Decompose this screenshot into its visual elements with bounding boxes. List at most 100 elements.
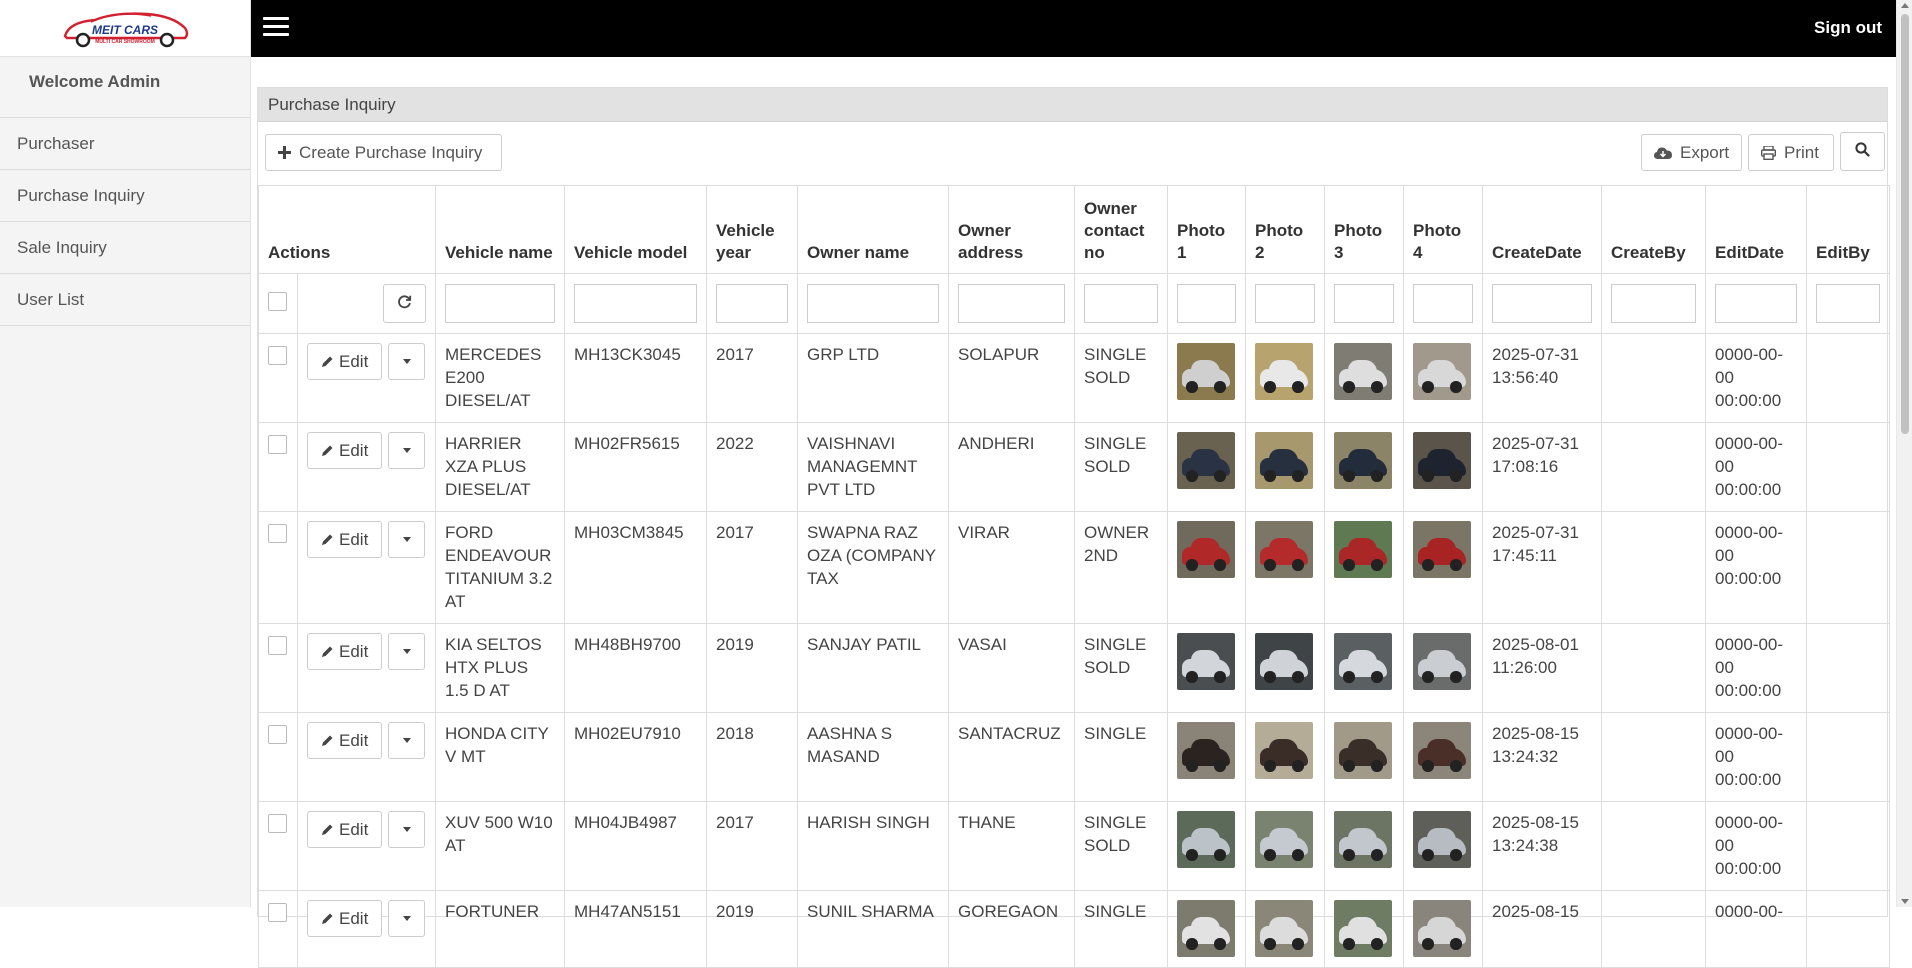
- edit-button[interactable]: Edit: [307, 343, 383, 380]
- car-photo-thumbnail[interactable]: [1177, 343, 1235, 400]
- table-row[interactable]: Edit FORD ENDEAVOUR TITANIUM 3.2 AT MH03CM…: [258, 511, 1890, 624]
- filter-photo-4[interactable]: [1413, 284, 1473, 323]
- refresh-button[interactable]: [383, 284, 426, 323]
- search-button[interactable]: [1840, 132, 1885, 171]
- car-photo-thumbnail[interactable]: [1334, 343, 1392, 400]
- car-photo-thumbnail[interactable]: [1334, 900, 1392, 957]
- table-row[interactable]: Edit XUV 500 W10 AT MH04JB4987 2017 HARISH S…: [258, 801, 1890, 891]
- car-photo-thumbnail[interactable]: [1334, 633, 1392, 690]
- row-actions-dropdown[interactable]: [388, 633, 426, 670]
- col-edit-date[interactable]: EditDate: [1705, 185, 1807, 274]
- row-actions-dropdown[interactable]: [388, 343, 426, 380]
- car-photo-thumbnail[interactable]: [1334, 722, 1392, 779]
- vertical-scrollbar[interactable]: [1896, 0, 1912, 907]
- car-photo-thumbnail[interactable]: [1255, 343, 1313, 400]
- filter-owner-name[interactable]: [807, 284, 939, 323]
- filter-photo-2[interactable]: [1255, 284, 1315, 323]
- row-checkbox[interactable]: [268, 814, 287, 833]
- filter-vehicle-year[interactable]: [716, 284, 788, 323]
- car-photo-thumbnail[interactable]: [1413, 900, 1471, 957]
- col-photo-2[interactable]: Photo 2: [1245, 185, 1325, 274]
- sidebar-item-sale-inquiry[interactable]: Sale Inquiry: [0, 222, 250, 274]
- table-row[interactable]: Edit MERCEDES E200 DIESEL/AT MH13CK3045 201…: [258, 333, 1890, 423]
- col-vehicle-year[interactable]: Vehicle year: [706, 185, 798, 274]
- sidebar-item-purchaser[interactable]: Purchaser: [0, 118, 250, 170]
- filter-owner-contact[interactable]: [1084, 284, 1158, 323]
- select-all-checkbox[interactable]: [268, 291, 287, 311]
- car-photo-thumbnail[interactable]: [1413, 343, 1471, 400]
- filter-edit-date[interactable]: [1715, 284, 1797, 323]
- col-owner-address[interactable]: Owner address: [948, 185, 1075, 274]
- car-photo-thumbnail[interactable]: [1255, 521, 1313, 578]
- row-checkbox[interactable]: [268, 903, 287, 922]
- logo[interactable]: MEIT CARS MULTI CAR SHOWROOM: [0, 0, 250, 57]
- row-checkbox[interactable]: [268, 346, 287, 365]
- table-row[interactable]: Edit HONDA CITY V MT MH02EU7910 2018 AASHNA …: [258, 712, 1890, 802]
- edit-button[interactable]: Edit: [307, 722, 383, 759]
- car-photo-thumbnail[interactable]: [1413, 811, 1471, 868]
- col-create-date[interactable]: CreateDate: [1482, 185, 1602, 274]
- col-vehicle-name[interactable]: Vehicle name: [435, 185, 565, 274]
- col-vehicle-model[interactable]: Vehicle model: [564, 185, 707, 274]
- car-photo-thumbnail[interactable]: [1413, 521, 1471, 578]
- col-owner-contact[interactable]: Owner contact no: [1074, 185, 1168, 274]
- car-photo-thumbnail[interactable]: [1255, 900, 1313, 957]
- col-photo-4[interactable]: Photo 4: [1403, 185, 1483, 274]
- sidebar-item-purchase-inquiry[interactable]: Purchase Inquiry: [0, 170, 250, 222]
- car-photo-thumbnail[interactable]: [1413, 432, 1471, 489]
- col-owner-name[interactable]: Owner name: [797, 185, 949, 274]
- car-photo-thumbnail[interactable]: [1413, 722, 1471, 779]
- car-photo-thumbnail[interactable]: [1334, 521, 1392, 578]
- export-button[interactable]: Export: [1641, 134, 1742, 171]
- car-photo-thumbnail[interactable]: [1413, 633, 1471, 690]
- col-photo-3[interactable]: Photo 3: [1324, 185, 1404, 274]
- filter-vehicle-name[interactable]: [445, 284, 555, 323]
- car-photo-thumbnail[interactable]: [1255, 432, 1313, 489]
- car-photo-thumbnail[interactable]: [1177, 722, 1235, 779]
- row-checkbox[interactable]: [268, 524, 287, 543]
- car-photo-thumbnail[interactable]: [1334, 811, 1392, 868]
- edit-button[interactable]: Edit: [307, 633, 383, 670]
- edit-button[interactable]: Edit: [307, 900, 383, 937]
- car-photo-thumbnail[interactable]: [1177, 432, 1235, 489]
- row-actions-dropdown[interactable]: [388, 811, 426, 848]
- filter-photo-3[interactable]: [1334, 284, 1394, 323]
- car-photo-thumbnail[interactable]: [1177, 900, 1235, 957]
- table-row[interactable]: Edit HARRIER XZA PLUS DIESEL/AT MH02FR5615…: [258, 422, 1890, 512]
- scroll-down-icon[interactable]: [1901, 899, 1909, 904]
- menu-icon[interactable]: [263, 17, 289, 37]
- car-photo-thumbnail[interactable]: [1177, 633, 1235, 690]
- car-photo-thumbnail[interactable]: [1177, 811, 1235, 868]
- edit-button[interactable]: Edit: [307, 432, 383, 469]
- row-checkbox[interactable]: [268, 435, 287, 454]
- car-photo-thumbnail[interactable]: [1255, 811, 1313, 868]
- scroll-up-icon[interactable]: [1901, 3, 1909, 8]
- car-photo-thumbnail[interactable]: [1255, 722, 1313, 779]
- filter-photo-1[interactable]: [1177, 284, 1236, 323]
- sidebar-item-user-list[interactable]: User List: [0, 274, 250, 326]
- col-create-by[interactable]: CreateBy: [1601, 185, 1706, 274]
- filter-create-date[interactable]: [1492, 284, 1592, 323]
- edit-button[interactable]: Edit: [307, 811, 383, 848]
- row-checkbox[interactable]: [268, 725, 287, 744]
- edit-button[interactable]: Edit: [307, 521, 383, 558]
- table-row[interactable]: Edit KIA SELTOS HTX PLUS 1.5 D AT MH48BH97…: [258, 623, 1890, 713]
- filter-create-by[interactable]: [1611, 284, 1696, 323]
- print-button[interactable]: Print: [1748, 134, 1834, 171]
- filter-vehicle-model[interactable]: [574, 284, 697, 323]
- car-photo-thumbnail[interactable]: [1334, 432, 1392, 489]
- filter-edit-by[interactable]: [1816, 284, 1880, 323]
- filter-owner-address[interactable]: [958, 284, 1065, 323]
- sign-out-link[interactable]: Sign out: [1814, 18, 1882, 38]
- row-checkbox[interactable]: [268, 636, 287, 655]
- row-actions-dropdown[interactable]: [388, 900, 426, 937]
- col-photo-1[interactable]: Photo 1: [1167, 185, 1246, 274]
- col-edit-by[interactable]: EditBy: [1806, 185, 1890, 274]
- car-photo-thumbnail[interactable]: [1255, 633, 1313, 690]
- table-row[interactable]: Edit FORTUNER MH47AN5151 2019 SUNIL SHARMA GO…: [258, 890, 1890, 968]
- create-purchase-inquiry-button[interactable]: Create Purchase Inquiry: [265, 134, 502, 171]
- car-photo-thumbnail[interactable]: [1177, 521, 1235, 578]
- row-actions-dropdown[interactable]: [388, 722, 426, 759]
- row-actions-dropdown[interactable]: [388, 521, 426, 558]
- scrollbar-thumb[interactable]: [1901, 14, 1909, 434]
